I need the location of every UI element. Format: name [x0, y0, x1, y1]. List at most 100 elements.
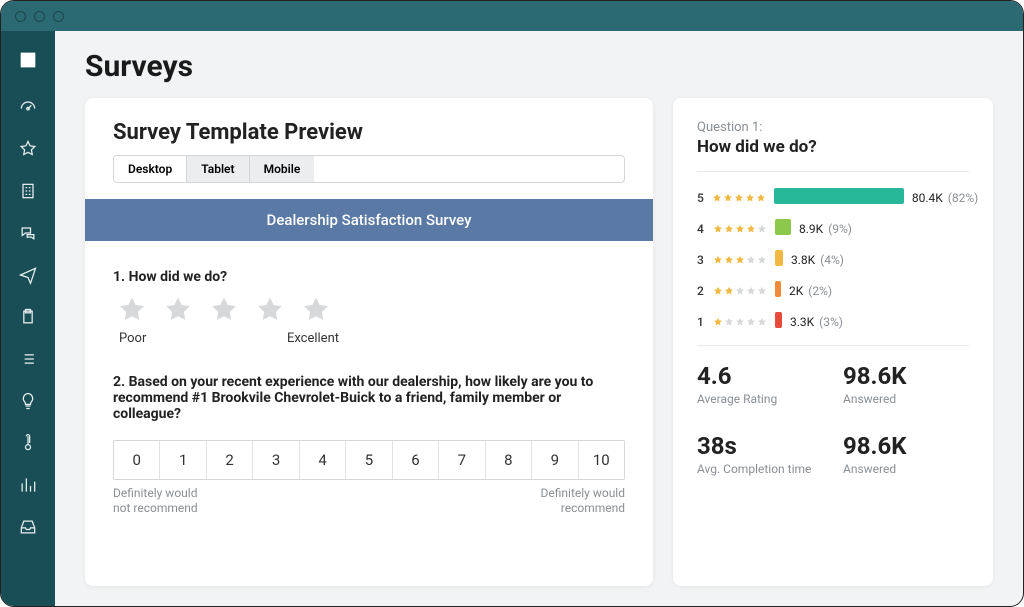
divider: [697, 345, 969, 346]
star-icon: [757, 255, 767, 265]
distribution-percent: (4%): [817, 253, 844, 267]
nps-cell[interactable]: 8: [485, 441, 531, 479]
distribution-star-count: 4: [697, 222, 705, 236]
preview-title: Survey Template Preview: [113, 120, 363, 145]
star-icon: [713, 317, 723, 327]
distribution-value: 2K (2%): [789, 284, 832, 298]
kpi-label: Answered: [843, 462, 969, 476]
question-1: 1. How did we do? Poor Excellent: [113, 269, 625, 346]
nps-cell[interactable]: 6: [392, 441, 438, 479]
distribution-row: 1 3.3K (3%): [697, 312, 969, 331]
star-min-label: Poor: [119, 331, 146, 346]
rating-distribution: 580.4K (82%)48.9K (9%)33.8K (4%)22K (2%)…: [697, 188, 969, 331]
thermometer-icon[interactable]: [18, 433, 38, 457]
nps-cell[interactable]: 4: [299, 441, 345, 479]
star-icon[interactable]: [301, 295, 331, 325]
distribution-percent: (9%): [825, 222, 852, 236]
kpi: 38sAvg. Completion time: [697, 432, 823, 476]
star-icon[interactable]: [255, 295, 285, 325]
bulb-icon[interactable]: [18, 391, 38, 415]
nps-cell[interactable]: 10: [578, 441, 624, 479]
distribution-star-count: 3: [697, 253, 705, 267]
kpi-value: 98.6K: [843, 432, 969, 460]
mini-star-group: [712, 193, 766, 203]
star-icon: [746, 317, 756, 327]
building-icon[interactable]: [18, 181, 38, 205]
distribution-row: 580.4K (82%): [697, 188, 969, 207]
dashboard-icon[interactable]: [18, 97, 38, 121]
kpi-value: 98.6K: [843, 362, 969, 390]
star-icon[interactable]: [209, 295, 239, 325]
distribution-percent: (3%): [816, 315, 843, 329]
app-logo: [15, 47, 41, 73]
nps-min-label: Definitely would not recommend: [113, 486, 213, 516]
nps-scale: 012345678910: [113, 440, 625, 480]
chat-icon[interactable]: [18, 223, 38, 247]
star-icon[interactable]: [18, 139, 38, 163]
divider: [697, 171, 969, 172]
question-2: 2. Based on your recent experience with …: [113, 374, 625, 516]
window-dot: [34, 11, 45, 22]
star-icon[interactable]: [117, 295, 147, 325]
star-icon: [735, 317, 745, 327]
device-segmented-control: Desktop Tablet Mobile: [113, 155, 625, 183]
nps-cell[interactable]: 9: [531, 441, 577, 479]
nps-cell[interactable]: 5: [345, 441, 391, 479]
kpi: 4.6Average Rating: [697, 362, 823, 406]
inbox-icon[interactable]: [18, 517, 38, 541]
distribution-row: 48.9K (9%): [697, 219, 969, 238]
star-icon: [735, 255, 745, 265]
distribution-bar: [774, 188, 904, 207]
star-icon: [713, 224, 723, 234]
nps-cell[interactable]: 3: [252, 441, 298, 479]
question-1-title: 1. How did we do?: [113, 269, 625, 285]
star-max-label: Excellent: [287, 331, 339, 346]
kpi-label: Average Rating: [697, 392, 823, 406]
nps-max-label: Definitely would recommend: [525, 486, 625, 516]
device-desktop-tab[interactable]: Desktop: [114, 156, 186, 182]
page-title: Surveys: [85, 49, 993, 84]
distribution-percent: (82%): [945, 191, 979, 205]
kpi: 98.6K Answered: [843, 362, 969, 406]
star-icon: [734, 193, 744, 203]
distribution-bar: [775, 250, 783, 269]
star-icon: [756, 193, 766, 203]
star-icon: [724, 255, 734, 265]
question-stats-card: Question 1: How did we do? 580.4K (82%)4…: [673, 98, 993, 586]
distribution-bar: [775, 312, 782, 331]
star-icon: [735, 224, 745, 234]
star-icon[interactable]: [163, 295, 193, 325]
star-icon: [723, 193, 733, 203]
star-icon: [712, 193, 722, 203]
kpi-label: Avg. Completion time: [697, 462, 823, 476]
clipboard-icon[interactable]: [18, 307, 38, 331]
kpi-label: Answered: [843, 392, 969, 406]
distribution-star-count: 1: [697, 315, 705, 329]
star-icon: [745, 193, 755, 203]
distribution-bar: [775, 219, 791, 238]
star-icon: [757, 224, 767, 234]
star-icon: [735, 286, 745, 296]
nps-cell[interactable]: 2: [206, 441, 252, 479]
mini-star-group: [713, 224, 767, 234]
bar-chart-icon[interactable]: [18, 475, 38, 499]
star-icon: [713, 286, 723, 296]
distribution-percent: (2%): [805, 284, 832, 298]
send-icon[interactable]: [18, 265, 38, 289]
star-icon: [746, 224, 756, 234]
list-icon[interactable]: [18, 349, 38, 373]
nps-cell[interactable]: 0: [114, 441, 159, 479]
star-icon: [746, 286, 756, 296]
nps-cell[interactable]: 7: [438, 441, 484, 479]
device-mobile-tab[interactable]: Mobile: [249, 156, 315, 182]
star-rating-input[interactable]: [117, 295, 621, 325]
sidebar: [1, 31, 55, 606]
device-tablet-tab[interactable]: Tablet: [186, 156, 248, 182]
survey-preview-card: Survey Template Preview Desktop Tablet M…: [85, 98, 653, 586]
star-icon: [746, 255, 756, 265]
distribution-value: 3.3K (3%): [790, 315, 843, 329]
distribution-bar: [775, 281, 781, 300]
distribution-row: 22K (2%): [697, 281, 969, 300]
star-icon: [724, 224, 734, 234]
nps-cell[interactable]: 1: [159, 441, 205, 479]
